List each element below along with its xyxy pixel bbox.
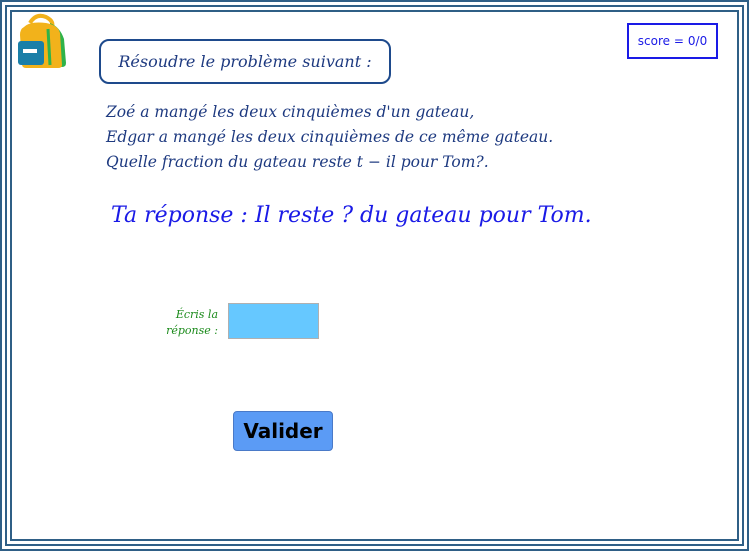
- answer-sentence: Ta réponse : Il reste ? du gateau pour T…: [111, 203, 592, 228]
- statement-line: Zoé a mangé les deux cinquièmes d'un gat…: [106, 103, 475, 121]
- backpack-icon: [18, 13, 66, 68]
- statement-line: Quelle fraction du gateau reste t − il p…: [106, 153, 489, 171]
- problem-heading: Résoudre le problème suivant :: [99, 39, 391, 84]
- problem-statement: Zoé a mangé les deux cinquièmes d'un gat…: [106, 100, 553, 175]
- inner-frame: [10, 10, 739, 541]
- answer-input[interactable]: [228, 303, 319, 339]
- score-value: 0/0: [687, 34, 708, 48]
- score-display: score = 0/0: [627, 23, 718, 59]
- score-label: score =: [637, 34, 684, 48]
- validate-button[interactable]: Valider: [233, 411, 333, 451]
- answer-label-line2: réponse :: [166, 324, 218, 337]
- answer-field-label: Écris la réponse :: [152, 307, 218, 339]
- statement-line: Edgar a mangé les deux cinquièmes de ce …: [106, 128, 554, 146]
- problem-heading-text: Résoudre le problème suivant :: [118, 52, 372, 71]
- answer-label-line1: Écris la: [175, 308, 218, 321]
